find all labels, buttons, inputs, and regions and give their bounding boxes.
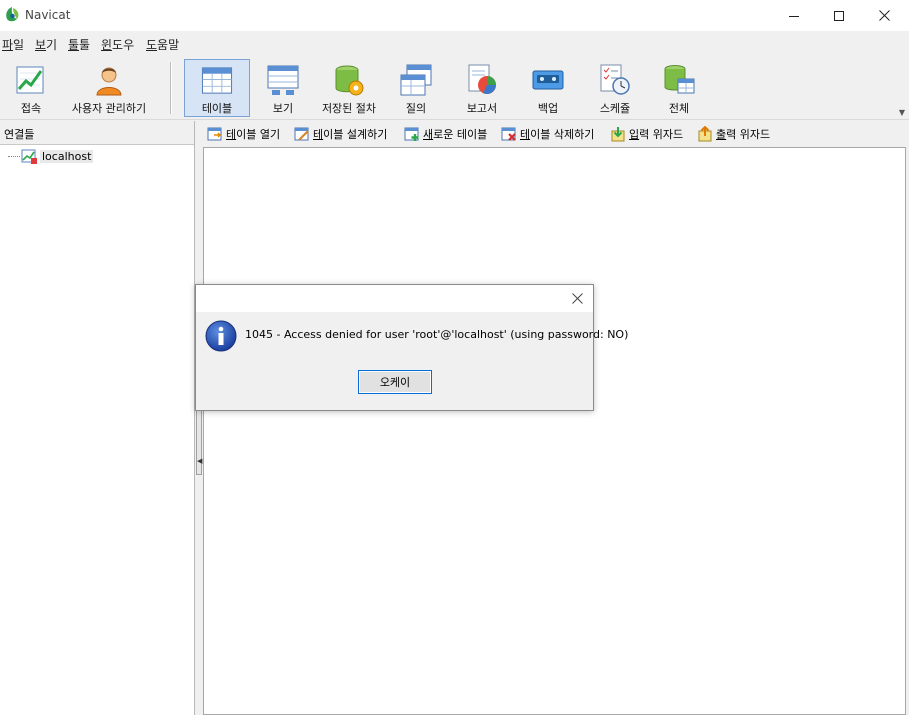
design-table-label: 테이블 설계하기 — [313, 128, 388, 141]
delete-table-label: 테이블 삭제하기 — [520, 128, 595, 141]
delete-table-button[interactable]: 테이블 삭제하기 — [501, 124, 594, 144]
toolbar-all-label: 전체 — [668, 102, 690, 115]
table-icon — [201, 67, 233, 94]
toolbar-backup-label: 백업 — [537, 102, 559, 115]
toolbar-query-label: 질의 — [405, 102, 427, 115]
toolbar-report-button[interactable]: 보고서 — [452, 59, 512, 117]
window-title: Navicat — [25, 8, 71, 22]
open-table-button[interactable]: 테이블 열기 — [207, 124, 280, 144]
close-button[interactable] — [861, 0, 907, 31]
error-dialog: 1045 - Access denied for user 'root'@'lo… — [195, 284, 628, 411]
toolbar-schedule-button[interactable]: 스케쥴 — [588, 59, 642, 117]
server-icon — [21, 149, 37, 164]
object-toolbar: 테이블 열기 테이블 설계하기 새로운 테이블 테이블 삭제하기 입력 위자드 — [203, 121, 909, 147]
close-icon — [878, 10, 890, 21]
toolbar-schedule-label: 스케쥴 — [599, 102, 631, 115]
new-table-button[interactable]: 새로운 테이블 — [404, 124, 487, 144]
menu-help[interactable]: 도움말 — [146, 36, 179, 53]
backup-icon — [532, 70, 564, 90]
report-icon — [468, 64, 496, 94]
toolbar-stored-procedure-button[interactable]: 저장된 절차 — [316, 59, 382, 117]
open-table-label: 테이블 열기 — [226, 128, 281, 141]
main-toolbar: 접속 사용자 관리하기 테이블 보기 저장된 절차 질의 보고서 백업 스케쥴 … — [0, 56, 909, 120]
toolbar-user-manager-button[interactable]: 사용자 관리하기 — [66, 59, 152, 117]
import-wizard-button[interactable]: 입력 위자드 — [610, 124, 683, 144]
menu-file[interactable]: 파일 — [2, 36, 24, 53]
menu-tools[interactable]: 툴툴 — [68, 36, 90, 53]
new-table-icon — [404, 127, 419, 141]
connect-icon — [16, 66, 44, 94]
maximize-icon — [834, 10, 844, 21]
query-icon — [400, 64, 432, 96]
user-icon — [96, 67, 122, 96]
object-list-area[interactable] — [203, 147, 906, 715]
toolbar-separator — [170, 62, 172, 114]
minimize-button[interactable] — [771, 0, 817, 31]
toolbar-table-button[interactable]: 테이블 — [184, 59, 250, 117]
new-table-label: 새로운 테이블 — [423, 128, 488, 141]
toolbar-user-manager-label: 사용자 관리하기 — [71, 102, 147, 115]
dialog-body: 1045 - Access denied for user 'root'@'lo… — [196, 312, 628, 410]
menu-bar: 파일 보기 툴툴 윈도우 도움말 — [0, 31, 909, 56]
connections-header: 연결들 — [0, 121, 194, 145]
toolbar-report-label: 보고서 — [466, 102, 498, 115]
toolbar-view-label: 보기 — [272, 102, 294, 115]
close-icon — [571, 292, 583, 304]
design-table-icon — [294, 127, 309, 141]
export-wizard-button[interactable]: 출력 위자드 — [697, 124, 770, 144]
title-bar: Navicat — [0, 0, 909, 31]
import-wizard-label: 입력 위자드 — [629, 128, 684, 141]
menu-view[interactable]: 보기 — [35, 36, 57, 53]
toolbar-connect-label: 접속 — [20, 102, 42, 115]
procedure-icon — [335, 65, 364, 96]
tree-item-label: localhost — [40, 149, 94, 163]
navicat-logo-icon — [6, 7, 19, 22]
tree-item-localhost[interactable]: localhost — [8, 148, 94, 164]
menu-window[interactable]: 윈도우 — [101, 36, 134, 53]
design-table-button[interactable]: 테이블 설계하기 — [294, 124, 387, 144]
all-icon — [664, 65, 695, 94]
dialog-message: 1045 - Access denied for user 'root'@'lo… — [245, 328, 629, 341]
import-wizard-icon — [611, 127, 625, 142]
info-icon — [205, 320, 237, 352]
toolbar-query-button[interactable]: 질의 — [388, 59, 444, 117]
toolbar-all-button[interactable]: 전체 — [652, 59, 706, 117]
toolbar-connect-button[interactable]: 접속 — [2, 59, 60, 117]
connections-panel: 연결들 localhost — [0, 121, 195, 715]
toolbar-stored-procedure-label: 저장된 절차 — [321, 102, 377, 115]
collapse-arrow-icon: ◀ — [197, 457, 203, 465]
toolbar-table-label: 테이블 — [201, 102, 233, 115]
view-icon — [267, 65, 299, 95]
minimize-icon — [789, 15, 799, 17]
schedule-icon — [600, 64, 630, 95]
toolbar-backup-button[interactable]: 백업 — [522, 59, 574, 117]
export-wizard-icon — [698, 126, 712, 142]
splitter-grip[interactable]: ◀ — [196, 410, 202, 475]
dialog-close-button[interactable] — [565, 287, 589, 309]
tree-connector — [8, 155, 20, 157]
open-table-icon — [207, 127, 222, 141]
delete-table-icon — [501, 127, 516, 141]
ok-button[interactable]: 오케이 — [358, 370, 432, 394]
toolbar-view-button[interactable]: 보기 — [256, 59, 310, 117]
toolbar-overflow-icon[interactable]: ▼ — [899, 108, 905, 117]
dialog-title-bar — [196, 285, 593, 312]
maximize-button[interactable] — [816, 0, 862, 31]
export-wizard-label: 출력 위자드 — [716, 128, 771, 141]
